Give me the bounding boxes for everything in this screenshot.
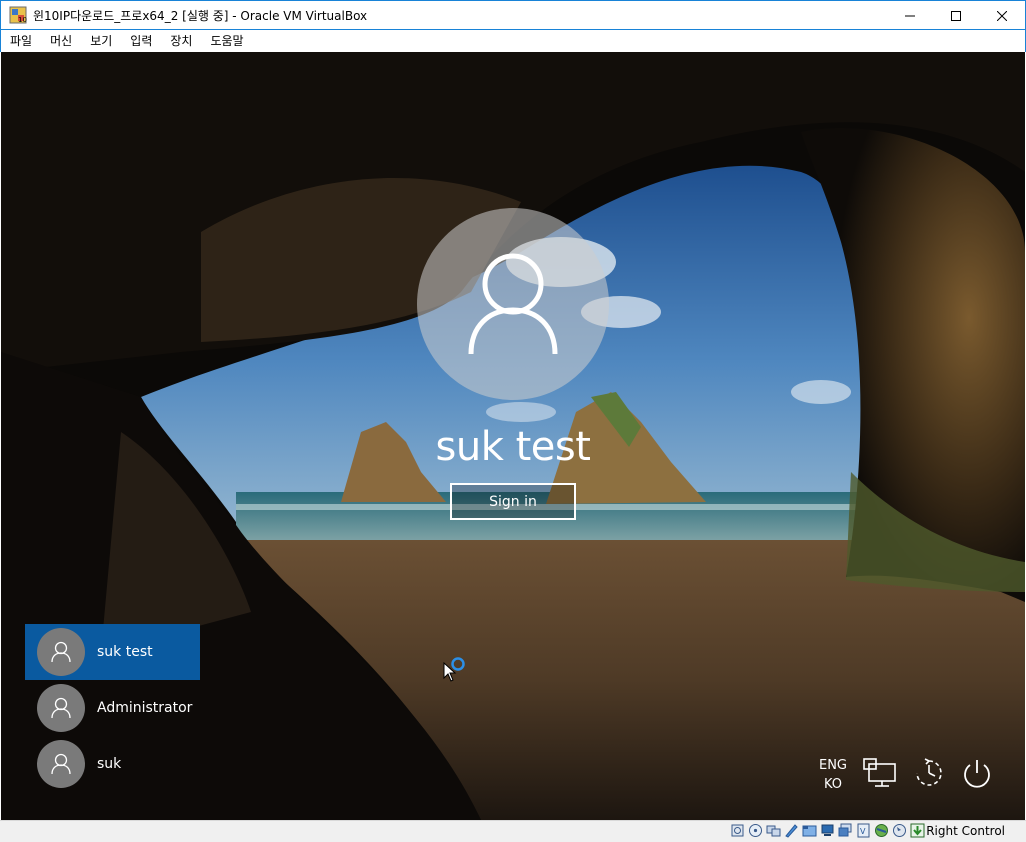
minimize-button[interactable] <box>887 1 933 30</box>
user-avatar <box>37 684 85 732</box>
power-icon[interactable] <box>961 758 993 790</box>
usb-icon[interactable] <box>802 823 817 838</box>
menu-devices[interactable]: 장치 <box>161 30 201 52</box>
maximize-button[interactable] <box>933 1 979 30</box>
optical-disk-icon[interactable] <box>748 823 763 838</box>
sign-in-button[interactable]: Sign in <box>450 483 576 520</box>
user-icon <box>468 253 558 355</box>
menu-machine[interactable]: 머신 <box>41 30 81 52</box>
user-avatar <box>37 740 85 788</box>
vm-status-bar: V Right Control <box>0 820 1026 842</box>
window-title: 윈10IP다운로드_프로x64_2 [실행 중] - Oracle VM Vir… <box>33 8 368 23</box>
user-tile-administrator[interactable]: Administrator <box>25 680 200 736</box>
vm-display[interactable]: suk test Sign in suk test Administrator <box>1 52 1025 820</box>
shared-folder-icon[interactable] <box>820 823 835 838</box>
video-capture-icon[interactable]: V <box>856 823 871 838</box>
menu-view[interactable]: 보기 <box>81 30 121 52</box>
menu-help[interactable]: 도움말 <box>201 30 252 52</box>
mouse-cursor-icon <box>443 662 457 682</box>
user-icon <box>51 641 71 663</box>
keyboard-icon[interactable] <box>910 823 925 838</box>
user-icon <box>51 697 71 719</box>
display-icon[interactable] <box>838 823 853 838</box>
language-indicator[interactable]: ENG KO <box>813 756 853 794</box>
minimize-icon <box>905 15 915 16</box>
user-tile-suk[interactable]: suk <box>25 736 200 792</box>
user-tile-label: Administrator <box>97 700 193 716</box>
current-user-avatar <box>417 208 609 400</box>
menu-bar: 파일 머신 보기 입력 장치 도움말 <box>0 30 1026 52</box>
audio-icon[interactable] <box>766 823 781 838</box>
close-icon <box>997 10 1007 21</box>
svg-text:10: 10 <box>18 16 27 24</box>
menu-input[interactable]: 입력 <box>121 30 161 52</box>
user-tile-label: suk <box>97 756 122 772</box>
user-icon <box>51 753 71 775</box>
language-line-1: ENG <box>818 758 847 773</box>
network-icon[interactable] <box>863 758 897 788</box>
window-titlebar: 10 윈10IP다운로드_프로x64_2 [실행 중] - Oracle VM … <box>0 0 1026 30</box>
host-key-label: Right Control <box>926 824 1005 838</box>
network-icon[interactable] <box>784 823 799 838</box>
current-user-name: suk test <box>435 424 591 470</box>
user-list: suk test Administrator suk <box>25 624 200 792</box>
hdd-icon[interactable] <box>730 823 745 838</box>
svg-text:V: V <box>860 827 866 836</box>
maximize-icon <box>951 10 961 21</box>
user-tile-suk-test[interactable]: suk test <box>25 624 200 680</box>
cpu-icon[interactable] <box>874 823 889 838</box>
mouse-integration-icon[interactable] <box>892 823 907 838</box>
user-tile-label: suk test <box>97 644 153 660</box>
menu-file[interactable]: 파일 <box>1 30 41 52</box>
virtualbox-app-icon: 10 <box>9 6 27 24</box>
language-line-2: KO <box>823 777 843 792</box>
user-avatar <box>37 628 85 676</box>
close-button[interactable] <box>979 1 1025 30</box>
ease-of-access-icon[interactable] <box>913 758 945 788</box>
status-icons: V <box>730 823 925 838</box>
